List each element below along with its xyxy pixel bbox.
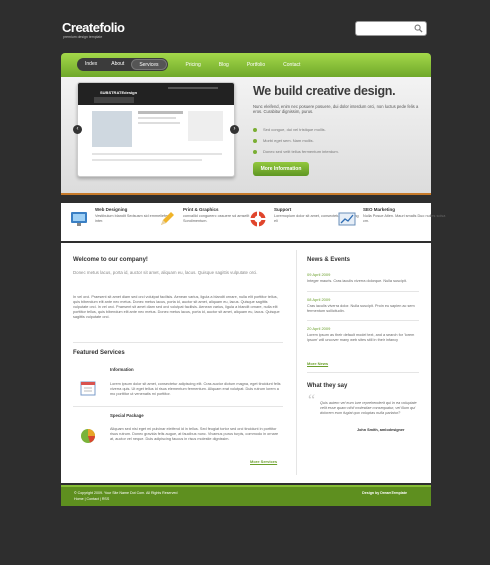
hero-title: We build creative design. bbox=[253, 84, 396, 98]
search-input[interactable] bbox=[355, 21, 427, 36]
footer-copyright: © Copyright 2009. Your Site Name Dot Com… bbox=[74, 491, 178, 495]
divider bbox=[73, 342, 283, 343]
more-news-link[interactable]: More News bbox=[307, 361, 328, 366]
search-icon[interactable] bbox=[414, 24, 423, 33]
news-date: 08 April 2009 bbox=[307, 297, 331, 302]
hero-bullet: Sed congue, dui vel tristique mollis. bbox=[253, 127, 326, 132]
testimonial-quote: Quis autem vel eum iure reprehenderit qu… bbox=[320, 401, 417, 415]
pie-icon bbox=[81, 429, 95, 443]
bullet-icon bbox=[253, 127, 257, 132]
main-nav: Index About Services Pricing Blog Portfo… bbox=[77, 58, 300, 71]
welcome-body: In vel orci. Praesent sit amet diam sed … bbox=[73, 295, 280, 319]
more-information-button[interactable]: More Information bbox=[253, 162, 309, 176]
tagline: premium design template bbox=[63, 35, 103, 39]
divider bbox=[307, 291, 419, 292]
footer-credit[interactable]: Design by DreamTemplate bbox=[362, 491, 407, 495]
news-text: Cras iaculis viverra dolor. Nulla suscip… bbox=[307, 304, 415, 313]
slider-next-arrow[interactable]: › bbox=[230, 125, 239, 134]
chart-icon bbox=[338, 212, 356, 226]
divider bbox=[73, 406, 283, 407]
testimonials-title: What they say bbox=[307, 383, 348, 389]
footer: © Copyright 2009. Your Site Name Dot Com… bbox=[61, 485, 431, 506]
news-title: News & Events bbox=[307, 257, 351, 263]
service-package-title: Special Package bbox=[110, 413, 144, 418]
nav-contact[interactable]: Contact bbox=[283, 62, 300, 68]
bullet-icon bbox=[253, 138, 257, 143]
calendar-icon bbox=[80, 381, 96, 396]
service-package-text: Aliquam sed nisi eget mi pulvinar eleife… bbox=[110, 427, 279, 441]
hero-text: Nunc eleifend, enim nec posuere posuere,… bbox=[253, 104, 419, 115]
hero-bullet: Morbi eget sem. Nam mollis. bbox=[253, 138, 314, 143]
more-services-link[interactable]: More Services bbox=[250, 459, 277, 464]
nav-services[interactable]: Services bbox=[131, 59, 167, 70]
footer-links[interactable]: Home | Contact | RSS bbox=[74, 497, 109, 501]
nav-blog[interactable]: Blog bbox=[219, 62, 229, 68]
slide-site-header: SUBSTRATEdesign bbox=[78, 83, 234, 105]
hero-divider bbox=[61, 193, 431, 195]
column-divider bbox=[296, 250, 297, 475]
nav-about[interactable]: About bbox=[104, 59, 131, 70]
nav-portfolio[interactable]: Portfolio bbox=[247, 62, 265, 68]
service-information-title: Information bbox=[110, 367, 134, 372]
quote-icon: “ bbox=[308, 392, 316, 409]
news-text: Integer mauris. Cras iaculis viverra dol… bbox=[307, 279, 407, 283]
slider-prev-arrow[interactable]: ‹ bbox=[73, 125, 82, 134]
featured-services-title: Featured Services bbox=[73, 350, 125, 356]
news-date: 09 April 2009 bbox=[307, 272, 331, 277]
hero-bullet: Donec sed velit tellus fermentum interdu… bbox=[253, 149, 339, 154]
lifebuoy-icon bbox=[250, 211, 266, 227]
monitor-icon bbox=[71, 212, 87, 226]
service-information-text: Lorem ipsum dolor sit amet, consectetur … bbox=[110, 382, 281, 396]
nav-pill-group: Index About Services bbox=[77, 58, 168, 71]
welcome-title: Welcome to our company! bbox=[73, 257, 148, 263]
testimonial-author: John Smith, amlodesigner bbox=[357, 428, 405, 432]
nav-pricing[interactable]: Pricing bbox=[186, 62, 201, 68]
news-date: 20 April 2009 bbox=[307, 326, 331, 331]
feature-seo-marketing: SEO Marketing Nulla Posue Atlen. Mauri sm… bbox=[363, 207, 446, 223]
nav-index[interactable]: Index bbox=[78, 59, 104, 70]
slide-site-title: SUBSTRATEdesign bbox=[100, 90, 138, 95]
slide-image[interactable]: SUBSTRATEdesign bbox=[77, 82, 235, 177]
divider bbox=[307, 372, 419, 373]
pencil-icon bbox=[161, 212, 174, 225]
bullet-icon bbox=[253, 149, 257, 154]
welcome-lead: Donec metus lacus, porta id, auctor sit … bbox=[73, 270, 258, 275]
news-text: Lorem ipsum as their default model text,… bbox=[307, 333, 415, 342]
divider bbox=[307, 320, 419, 321]
logo[interactable]: Createfolio bbox=[62, 20, 125, 35]
